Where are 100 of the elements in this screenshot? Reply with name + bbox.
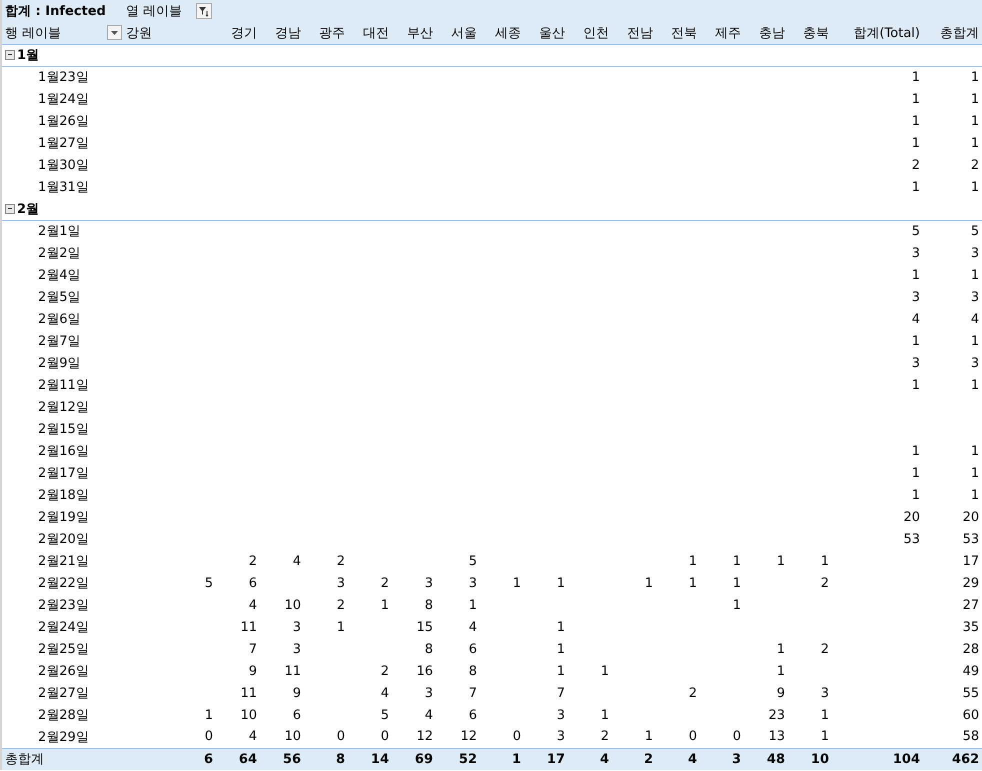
table-cell: 15 xyxy=(416,620,433,634)
table-cell: 3 xyxy=(820,686,829,700)
table-cell: 1 xyxy=(970,488,980,502)
column-header: 충남 xyxy=(759,26,785,41)
table-cell: 6 xyxy=(248,576,257,590)
row-label: 1월31일 xyxy=(38,180,89,195)
filter-button[interactable] xyxy=(196,3,212,20)
row-label: 2월27일 xyxy=(38,686,89,701)
row-label: 2월22일 xyxy=(38,576,89,591)
total-cell: 462 xyxy=(952,752,980,767)
table-cell: 0 xyxy=(732,729,741,744)
table-cell: 1 xyxy=(688,576,697,590)
row-label: 2월21일 xyxy=(38,554,89,569)
table-cell: 2 xyxy=(970,158,980,172)
row-label: 2월19일 xyxy=(38,510,89,525)
column-header: 서울 xyxy=(451,26,477,41)
total-cell: 1 xyxy=(512,752,521,767)
total-cell: 64 xyxy=(238,752,257,767)
table-cell: 4 xyxy=(380,686,389,700)
table-cell: 6 xyxy=(468,708,477,722)
table-cell: 1 xyxy=(556,642,565,656)
table-cell: 6 xyxy=(468,642,477,656)
table-cell: 3 xyxy=(292,620,301,634)
column-header: 울산 xyxy=(539,26,565,41)
table-cell: 11 xyxy=(240,686,257,700)
table-cell: 9 xyxy=(248,664,257,678)
table-cell: 4 xyxy=(424,708,433,722)
column-labels-header: 열 레이블 xyxy=(126,4,182,19)
table-cell: 7 xyxy=(468,686,477,700)
table-cell: 1 xyxy=(688,554,697,568)
row-label: 2월25일 xyxy=(38,642,89,657)
table-cell: 1 xyxy=(912,136,920,150)
table-cell: 2 xyxy=(820,642,829,656)
table-cell: 4 xyxy=(912,312,920,326)
table-cell: 1 xyxy=(732,554,741,568)
column-header: 전남 xyxy=(627,26,653,41)
table-cell: 4 xyxy=(468,620,477,634)
table-cell: 20 xyxy=(962,510,980,524)
row-labels-header: 행 레이블 xyxy=(5,26,62,41)
table-cell: 1 xyxy=(912,268,920,282)
table-cell: 60 xyxy=(962,708,980,722)
collapse-icon[interactable] xyxy=(5,204,15,214)
caret-icon xyxy=(111,30,118,34)
table-cell: 1 xyxy=(776,642,785,656)
table-cell: 1 xyxy=(644,576,653,590)
row-label: 1월27일 xyxy=(38,136,89,151)
table-cell: 11 xyxy=(284,664,301,678)
table-cell: 2 xyxy=(380,664,389,678)
row-label: 2월12일 xyxy=(38,400,89,415)
table-cell: 2 xyxy=(912,158,920,172)
table-cell: 0 xyxy=(512,729,521,744)
table-cell: 9 xyxy=(776,686,785,700)
table-cell: 4 xyxy=(292,554,301,568)
row-label: 2월1일 xyxy=(38,224,81,240)
table-cell: 1 xyxy=(732,576,741,590)
row-label: 1월30일 xyxy=(38,158,89,173)
column-header: 부산 xyxy=(407,26,433,41)
total-cell: 104 xyxy=(892,752,920,767)
row-label: 2월23일 xyxy=(38,598,89,613)
total-cell: 8 xyxy=(336,752,345,767)
table-cell: 1 xyxy=(820,708,829,722)
table-cell: 1 xyxy=(912,466,920,480)
table-cell: 6 xyxy=(292,708,301,722)
table-cell: 1 xyxy=(970,136,980,150)
table-cell: 1 xyxy=(776,664,785,678)
table-cell: 7 xyxy=(556,686,565,700)
row-label: 2월18일 xyxy=(38,488,89,503)
table-cell: 3 xyxy=(556,708,565,722)
table-cell: 1 xyxy=(556,664,565,678)
collapse-icon[interactable] xyxy=(5,50,15,60)
row-label: 2월2일 xyxy=(38,246,81,261)
dropdown-button[interactable] xyxy=(107,25,122,40)
table-cell: 1 xyxy=(912,334,920,348)
table-cell: 0 xyxy=(204,729,213,744)
table-cell: 1 xyxy=(644,729,653,744)
table-cell: 1 xyxy=(912,444,920,458)
table-cell: 10 xyxy=(240,708,257,722)
table-cell: 1 xyxy=(204,708,213,722)
row-label: 2월11일 xyxy=(38,378,89,393)
table-cell: 1 xyxy=(912,378,920,392)
table-cell: 29 xyxy=(962,576,980,590)
total-cell: 3 xyxy=(732,752,741,767)
column-header: 세종 xyxy=(495,26,521,41)
table-cell: 3 xyxy=(912,290,920,304)
table-cell: 1 xyxy=(912,488,920,502)
table-cell: 1 xyxy=(600,664,609,678)
table-cell: 1 xyxy=(912,92,920,106)
table-cell: 3 xyxy=(912,246,920,260)
table-cell: 1 xyxy=(820,554,829,568)
table-cell: 1 xyxy=(776,554,785,568)
table-cell: 1 xyxy=(970,378,980,392)
table-cell: 0 xyxy=(380,729,389,744)
table-cell: 28 xyxy=(962,642,980,656)
total-cell: 52 xyxy=(458,752,477,767)
column-header: 강원 xyxy=(126,26,152,41)
table-cell: 1 xyxy=(970,444,980,458)
total-cell: 56 xyxy=(282,752,301,767)
table-cell: 1 xyxy=(912,114,920,128)
row-label: 2월17일 xyxy=(38,466,89,481)
table-cell: 5 xyxy=(970,224,980,239)
